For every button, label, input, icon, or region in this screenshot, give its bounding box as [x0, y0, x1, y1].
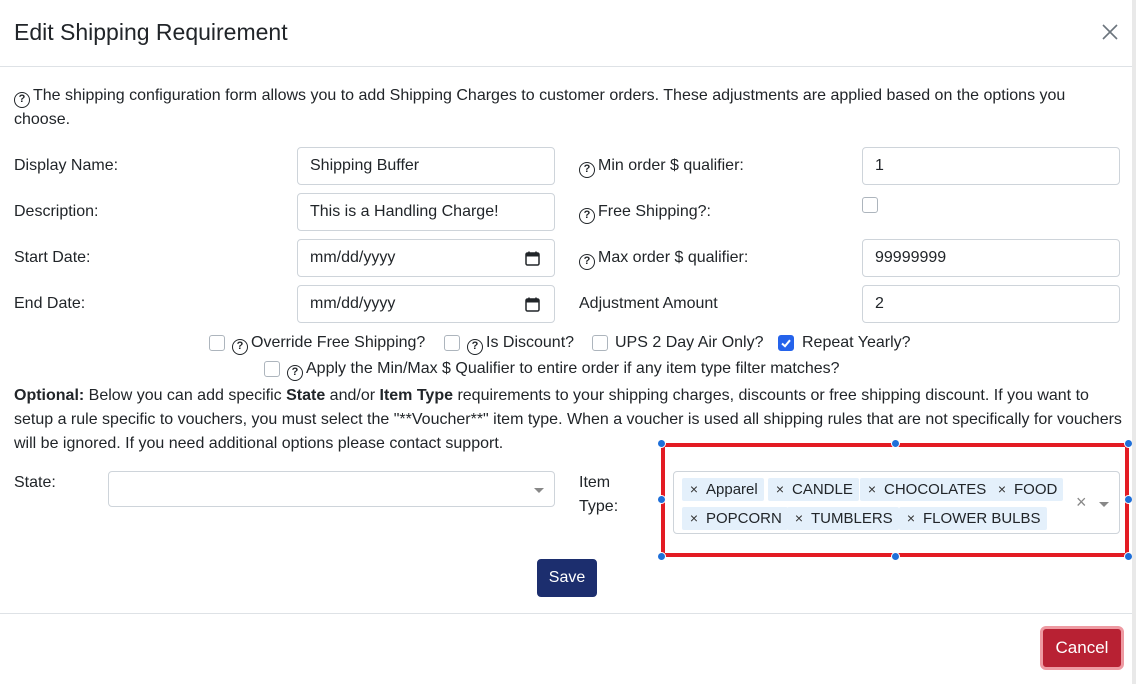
item-type-label-line1: Item	[579, 474, 611, 491]
calendar-icon[interactable]	[525, 297, 540, 312]
chevron-down-icon[interactable]	[534, 488, 544, 493]
end-date-input[interactable]: mm/dd/yyyy	[297, 285, 555, 323]
free-shipping-label-text: Free Shipping?:	[598, 203, 711, 220]
state-select[interactable]	[108, 471, 555, 507]
end-date-label: End Date:	[14, 295, 86, 312]
resize-handle[interactable]	[657, 495, 666, 504]
calendar-icon[interactable]	[525, 251, 540, 266]
display-name-label: Display Name:	[14, 157, 119, 174]
intro-description: The shipping configuration form allows y…	[14, 87, 1066, 128]
optional-prefix: Optional:	[14, 387, 85, 404]
start-date-input[interactable]: mm/dd/yyyy	[297, 239, 555, 277]
help-icon: ?	[579, 208, 595, 224]
optional-state-word: State	[286, 387, 326, 404]
help-icon: ?	[467, 339, 483, 355]
help-icon: ?	[14, 92, 30, 108]
start-date-label: Start Date:	[14, 249, 91, 266]
help-icon: ?	[287, 365, 303, 381]
max-order-label: ? Max order $ qualifier:	[579, 246, 748, 270]
resize-handle[interactable]	[657, 552, 666, 561]
state-label: State:	[14, 474, 56, 491]
override-free-shipping-text: Override Free Shipping?	[251, 334, 426, 351]
ups-2day-label: UPS 2 Day Air Only?	[615, 334, 764, 351]
help-icon: ?	[579, 162, 595, 178]
modal-title: Edit Shipping Requirement	[14, 19, 288, 45]
override-free-shipping-label: ? Override Free Shipping?	[232, 331, 425, 355]
is-discount-text: Is Discount?	[486, 334, 575, 351]
min-order-label: ? Min order $ qualifier:	[579, 154, 744, 178]
item-type-label-line2: Type:	[579, 498, 619, 515]
end-date-placeholder: mm/dd/yyyy	[310, 295, 396, 312]
is-discount-label: ? Is Discount?	[467, 331, 574, 355]
edit-shipping-modal: Edit Shipping Requirement ? The shipping …	[0, 0, 1136, 684]
repeat-yearly-checkbox[interactable]	[778, 335, 794, 351]
optional-text-2: and/or	[325, 387, 380, 404]
min-order-input[interactable]: 1	[862, 147, 1120, 185]
resize-handle[interactable]	[891, 439, 900, 448]
resize-handle[interactable]	[657, 439, 666, 448]
display-name-input[interactable]: Shipping Buffer	[297, 147, 555, 185]
optional-text-1: Below you can add specific	[84, 387, 287, 404]
max-order-label-text: Max order $ qualifier:	[598, 249, 749, 266]
start-date-placeholder: mm/dd/yyyy	[310, 249, 396, 266]
apply-min-max-label: ? Apply the Min/Max $ Qualifier to entire…	[287, 357, 840, 381]
selection-highlight	[661, 443, 1129, 557]
min-order-label-text: Min order $ qualifier:	[598, 157, 744, 174]
description-input[interactable]: This is a Handling Charge!	[297, 193, 555, 231]
optional-item-type-word: Item Type	[379, 387, 454, 404]
override-free-shipping-checkbox[interactable]	[209, 335, 225, 351]
resize-handle[interactable]	[891, 552, 900, 561]
is-discount-checkbox[interactable]	[444, 335, 460, 351]
save-button[interactable]: Save	[537, 559, 597, 597]
checkmark-icon	[781, 339, 791, 348]
free-shipping-label: ? Free Shipping?:	[579, 200, 711, 224]
adjustment-amount-input[interactable]: 2	[862, 285, 1120, 323]
modal-header: Edit Shipping Requirement	[0, 0, 1136, 67]
modal-footer	[0, 613, 1136, 684]
help-icon: ?	[579, 254, 595, 270]
repeat-yearly-label: Repeat Yearly?	[802, 334, 911, 351]
intro-text: ? The shipping configuration form allows …	[14, 84, 1104, 132]
close-icon[interactable]	[1100, 22, 1120, 42]
apply-min-max-text: Apply the Min/Max $ Qualifier to entire …	[306, 360, 840, 377]
cancel-button[interactable]: Cancel	[1040, 626, 1124, 670]
adjustment-amount-label: Adjustment Amount	[579, 295, 718, 312]
scrollbar-track[interactable]	[1132, 0, 1136, 684]
ups-2day-checkbox[interactable]	[592, 335, 608, 351]
help-icon: ?	[232, 339, 248, 355]
description-label: Description:	[14, 203, 99, 220]
apply-min-max-checkbox[interactable]	[264, 361, 280, 377]
free-shipping-checkbox[interactable]	[862, 197, 878, 213]
max-order-input[interactable]: 99999999	[862, 239, 1120, 277]
